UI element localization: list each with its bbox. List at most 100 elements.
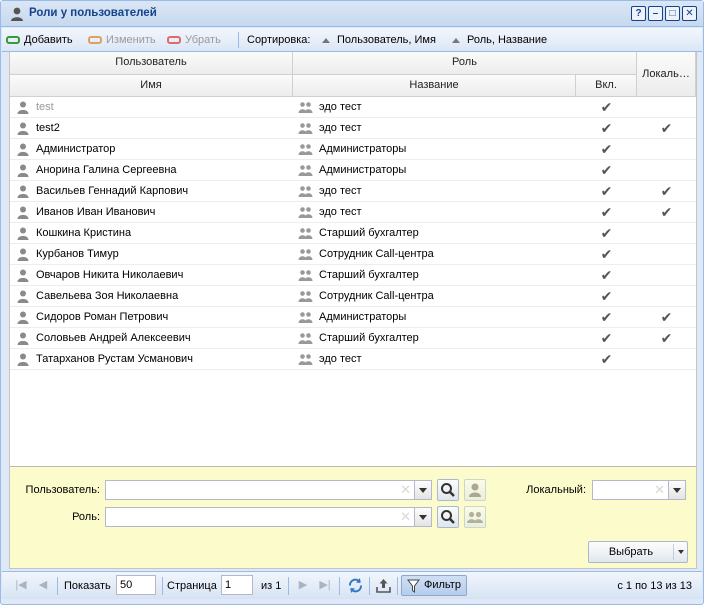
role-pick-button[interactable] [464,506,486,528]
role-filter-combo[interactable]: ✕ [105,507,432,527]
local-check[interactable] [637,160,696,181]
clear-icon[interactable]: ✕ [400,483,411,497]
table-row[interactable]: test2 эдо тест ✔ ✔ [10,118,696,139]
add-link-icon [6,36,20,45]
local-check[interactable]: ✔ [637,118,696,139]
close-button[interactable]: ✕ [682,6,697,21]
sort-asc-icon [452,37,460,43]
dropdown-trigger[interactable] [668,480,686,500]
enabled-check[interactable]: ✔ [576,244,637,265]
enabled-check[interactable]: ✔ [576,265,637,286]
table-row[interactable]: Иванов Иван Иванович эдо тест ✔ ✔ [10,202,696,223]
next-page-icon[interactable]: ▶ [296,578,310,592]
role-cell: Старший бухгалтер [293,223,576,244]
local-check[interactable] [637,223,696,244]
table-row[interactable]: Васильев Геннадий Карпович эдо тест ✔ ✔ [10,181,696,202]
page-size-input[interactable]: 50 [116,575,156,595]
remove-button[interactable]: Убрать [167,33,221,47]
header-local[interactable]: Локаль… [637,52,696,97]
table-row[interactable]: Кошкина Кристина Старший бухгалтер ✔ [10,223,696,244]
edit-button[interactable]: Изменить [88,33,156,47]
local-check[interactable] [637,244,696,265]
local-check[interactable]: ✔ [637,328,696,349]
refresh-icon[interactable] [347,577,364,594]
clear-icon[interactable]: ✕ [654,483,665,497]
local-check[interactable] [637,139,696,160]
table-row[interactable]: Соловьев Андрей Алексеевич Старший бухгал… [10,328,696,349]
role-cell: Администраторы [293,139,576,160]
table-row[interactable]: Татарханов Рустам Усманович эдо тест ✔ [10,349,696,370]
enabled-check[interactable]: ✔ [576,160,637,181]
roles-grid: Пользователь Роль Локаль… Имя Название В… [9,52,697,466]
filter-panel: Пользователь: ✕ Роль: ✕ Локальный: ✕ Выб… [9,466,697,569]
sort-role-button[interactable]: Роль, Название [452,33,547,47]
filter-toggle-button[interactable]: Фильтр [401,575,467,596]
user-icon [469,483,481,497]
role-cell: эдо тест [293,118,576,139]
enabled-check[interactable]: ✔ [576,286,637,307]
role-name: Старший бухгалтер [319,332,419,344]
sort-user-button[interactable]: Пользователь, Имя [322,33,436,47]
user-name: Татарханов Рустам Усманович [36,353,193,365]
enabled-check[interactable]: ✔ [576,349,637,370]
group-icon [298,144,313,155]
local-check[interactable] [637,97,696,118]
role-cell: Администраторы [293,307,576,328]
enabled-check[interactable]: ✔ [576,223,637,244]
local-check[interactable] [637,286,696,307]
table-row[interactable]: Анорина Галина Сергеевна Администраторы ✔ [10,160,696,181]
table-row[interactable]: Овчаров Никита Николаевич Старший бухгалт… [10,265,696,286]
header-name[interactable]: Имя [10,75,293,97]
show-label: Показать [64,580,111,592]
clear-icon[interactable]: ✕ [400,510,411,524]
export-icon[interactable] [375,577,392,594]
table-row[interactable]: Савельева Зоя Николаевна Сотрудник Call-ц… [10,286,696,307]
local-check[interactable] [637,349,696,370]
user-filter-combo[interactable]: ✕ [105,480,432,500]
enabled-check[interactable]: ✔ [576,307,637,328]
enabled-check[interactable]: ✔ [576,328,637,349]
roles-window: Роли у пользователей ? – □ ✕ Добавить Из… [0,0,704,605]
last-page-icon[interactable]: ▶| [318,578,332,592]
header-enabled[interactable]: Вкл. [576,75,637,97]
user-icon [17,101,29,114]
table-row[interactable]: test эдо тест ✔ [10,97,696,118]
first-page-icon[interactable]: |◀ [14,578,28,592]
table-row[interactable]: Сидоров Роман Петрович Администраторы ✔ ✔ [10,307,696,328]
add-button[interactable]: Добавить [6,33,73,47]
group-icon [298,354,313,365]
choose-button[interactable]: Выбрать [588,541,688,563]
local-check[interactable]: ✔ [637,181,696,202]
local-check[interactable]: ✔ [637,202,696,223]
pager: |◀ ◀ Показать 50 Страница 1 из 1 ▶ ▶| Фи… [2,571,702,599]
local-filter-combo[interactable]: ✕ [592,480,686,500]
prev-page-icon[interactable]: ◀ [36,578,50,592]
dropdown-trigger[interactable] [414,480,432,500]
maximize-button[interactable]: □ [665,6,680,21]
header-group-role: Роль [293,52,637,75]
local-check[interactable]: ✔ [637,307,696,328]
local-check[interactable] [637,265,696,286]
role-name: эдо тест [319,122,362,134]
title-bar[interactable]: Роли у пользователей ? – □ ✕ [1,1,703,27]
user-pick-button[interactable] [464,479,486,501]
user-search-button[interactable] [437,479,459,501]
page-number-input[interactable]: 1 [221,575,253,595]
help-button[interactable]: ? [631,6,646,21]
table-row[interactable]: Курбанов Тимур Сотрудник Call-центра ✔ [10,244,696,265]
table-row[interactable]: Администратор Администраторы ✔ [10,139,696,160]
group-icon [298,312,313,323]
dropdown-trigger[interactable] [414,507,432,527]
enabled-check[interactable]: ✔ [576,139,637,160]
enabled-check[interactable]: ✔ [576,202,637,223]
minimize-button[interactable]: – [648,6,663,21]
edit-link-icon [88,36,102,45]
role-search-button[interactable] [437,506,459,528]
enabled-check[interactable]: ✔ [576,181,637,202]
enabled-check[interactable]: ✔ [576,97,637,118]
sort-role-label: Роль, Название [467,34,548,46]
enabled-check[interactable]: ✔ [576,118,637,139]
chevron-down-icon[interactable] [678,550,684,554]
header-role-name[interactable]: Название [293,75,576,97]
group-icon [298,291,313,302]
